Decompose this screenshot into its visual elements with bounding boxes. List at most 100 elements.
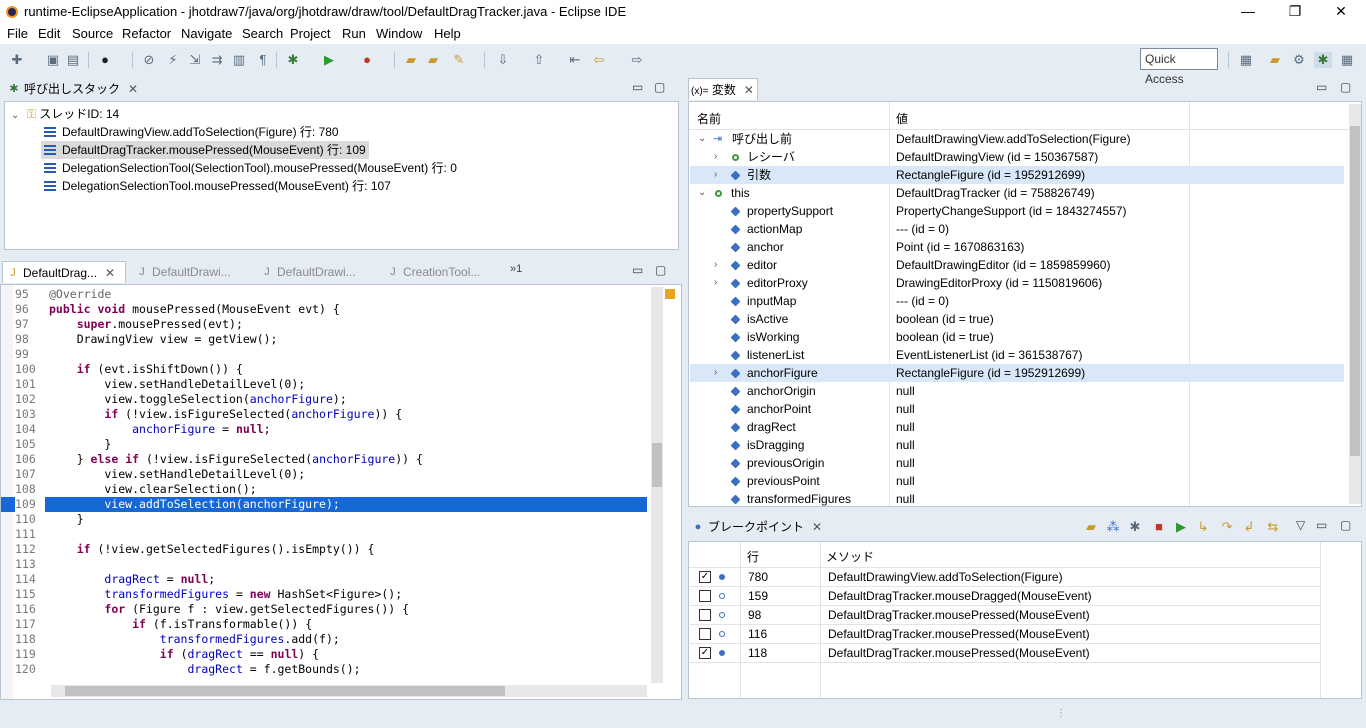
plugin-perspective-icon[interactable]: ▦ — [1338, 52, 1356, 68]
tab-callstack[interactable]: ✱ 呼び出しスタック ✕ — [4, 78, 138, 100]
minimize-view-icon[interactable]: ▭ — [632, 263, 643, 277]
new-java-project-icon[interactable]: ▰ — [402, 52, 420, 68]
prev-annotation-icon[interactable]: ⇧ — [530, 52, 548, 68]
menu-refactor[interactable]: Refactor — [122, 26, 171, 41]
next-annotation-icon[interactable]: ⇩ — [494, 52, 512, 68]
column-name-header[interactable]: 名前 — [697, 110, 721, 127]
menu-run[interactable]: Run — [342, 26, 366, 41]
maximize-view-icon[interactable]: ▢ — [1340, 518, 1351, 532]
menu-source[interactable]: Source — [72, 26, 113, 41]
code-line[interactable]: 110 } — [1, 512, 647, 527]
variable-row[interactable]: actionMap --- (id = 0) — [690, 220, 1344, 238]
tab-editor-defaultdragtracker[interactable]: J DefaultDrag... ✕ — [2, 261, 126, 283]
tab-editor-creationtool[interactable]: J CreationTool... — [383, 261, 480, 283]
code-line[interactable]: 119 if (dragRect == null) { — [1, 647, 647, 662]
chevron-down-icon[interactable]: ⌄ — [11, 110, 19, 121]
code-line[interactable]: 101 view.setHandleDetailLevel(0); — [1, 377, 647, 392]
menu-window[interactable]: Window — [376, 26, 422, 41]
search-tool-icon[interactable]: ✎ — [450, 52, 468, 68]
debug-icon[interactable]: ✱ — [284, 52, 302, 68]
back-icon[interactable]: ⇦ — [590, 52, 608, 68]
resume-icon[interactable]: ▶ — [1172, 519, 1190, 535]
save-icon[interactable]: ▣ — [44, 52, 62, 68]
pilcrow-icon[interactable]: ¶ — [254, 52, 272, 68]
close-tab-icon[interactable]: ✕ — [105, 266, 115, 280]
breakpoint-enabled-checkbox[interactable] — [699, 628, 711, 640]
code-line[interactable]: 108 view.clearSelection(); — [1, 482, 647, 497]
chevron-down-icon[interactable]: ⌄ — [698, 130, 706, 148]
tab-breakpoints[interactable]: ● ブレークポイント ✕ — [688, 516, 822, 538]
stack-frame-selected[interactable]: DefaultDragTracker.mousePressed(MouseEve… — [41, 141, 369, 159]
menu-help[interactable]: Help — [434, 26, 461, 41]
menu-edit[interactable]: Edit — [38, 26, 60, 41]
code-line[interactable]: 118 transformedFigures.add(f); — [1, 632, 647, 647]
code-line[interactable]: 105 } — [1, 437, 647, 452]
code-editor[interactable]: 95 @Override 96 public void mousePressed(Mo… — [0, 284, 682, 700]
breakpoint-row[interactable]: 98 DefaultDragTracker.mousePressed(MouseE… — [690, 606, 1320, 625]
quick-access-input[interactable]: Quick Access — [1140, 48, 1218, 86]
last-edit-icon[interactable]: ⇤ — [566, 52, 584, 68]
column-value-header[interactable]: 値 — [896, 110, 908, 127]
variable-row[interactable]: ⌄ ⇥ 呼び出し前 DefaultDrawingView.addToSelection… — [690, 130, 1344, 148]
variable-row[interactable]: previousPoint null — [690, 472, 1344, 490]
menu-navigate[interactable]: Navigate — [181, 26, 232, 41]
variable-row[interactable]: isDragging null — [690, 436, 1344, 454]
close-tab-icon[interactable]: ✕ — [744, 83, 754, 97]
step-over-bp-icon[interactable]: ↷ — [1218, 519, 1236, 535]
code-line[interactable]: 111 — [1, 527, 647, 542]
close-tab-icon[interactable]: ✕ — [812, 520, 822, 534]
code-line[interactable]: 113 — [1, 557, 647, 572]
code-line[interactable]: 104 anchorFigure = null; — [1, 422, 647, 437]
code-line[interactable]: 98 DrawingView view = getView(); — [1, 332, 647, 347]
code-line[interactable]: 114 dragRect = null; — [1, 572, 647, 587]
variable-row[interactable]: isWorking boolean (id = true) — [690, 328, 1344, 346]
step-over-icon[interactable]: ⇉ — [208, 52, 226, 68]
save-all-icon[interactable]: ▤ — [64, 52, 82, 68]
breakpoint-row[interactable]: 159 DefaultDragTracker.mouseDragged(Mouse… — [690, 587, 1320, 606]
maximize-view-icon[interactable]: ▢ — [1340, 80, 1351, 94]
code-line[interactable]: 96 public void mousePressed(MouseEvent ev… — [1, 302, 647, 317]
variable-row[interactable]: isActive boolean (id = true) — [690, 310, 1344, 328]
restore-button[interactable]: ❐ — [1272, 0, 1318, 24]
minimize-button[interactable]: — — [1225, 0, 1271, 24]
variable-row[interactable]: › レシーバ DefaultDrawingView (id = 150367587) — [690, 148, 1344, 166]
open-type-icon[interactable]: ▰ — [424, 52, 442, 68]
tab-variables[interactable]: (x)= 変数 ✕ — [688, 78, 758, 100]
column-method-header[interactable]: メソッド — [826, 548, 874, 565]
open-file-icon[interactable]: ▰ — [1082, 519, 1100, 535]
variable-row[interactable]: › editorProxy DrawingEditorProxy (id = 115… — [690, 274, 1344, 292]
scroll-thumb[interactable] — [652, 443, 662, 487]
menu-search[interactable]: Search — [242, 26, 283, 41]
perspective-open-icon[interactable]: ▦ — [1237, 52, 1255, 68]
variable-row[interactable]: anchorPoint null — [690, 400, 1344, 418]
drop-to-frame-icon[interactable]: ⇆ — [1264, 519, 1282, 535]
breakpoint-row[interactable]: ✓ 780 DefaultDrawingView.addToSelection(Fi… — [690, 568, 1320, 587]
minimize-view-icon[interactable]: ▭ — [632, 80, 643, 94]
menu-project[interactable]: Project — [290, 26, 330, 41]
breakpoint-enabled-checkbox[interactable]: ✓ — [699, 647, 711, 659]
stack-frame[interactable]: DefaultDrawingView.addToSelection(Figure… — [41, 123, 342, 141]
editor-horizontal-scrollbar[interactable] — [51, 685, 647, 697]
scroll-thumb[interactable] — [1350, 126, 1360, 456]
view-menu-icon[interactable]: ▽ — [1296, 518, 1305, 532]
code-line[interactable]: 102 view.toggleSelection(anchorFigure); — [1, 392, 647, 407]
maximize-view-icon[interactable]: ▢ — [654, 80, 665, 94]
tab-editor-defaultdrawingeditor[interactable]: J DefaultDrawi... — [257, 261, 355, 283]
git-perspective-icon[interactable]: ⚙ — [1290, 52, 1308, 68]
chevron-down-icon[interactable]: ⌄ — [698, 184, 706, 202]
java-perspective-icon[interactable]: ▰ — [1266, 52, 1284, 68]
breakpoint-row[interactable]: 116 DefaultDragTracker.mousePressed(Mouse… — [690, 625, 1320, 644]
code-line[interactable]: 97 super.mousePressed(evt); — [1, 317, 647, 332]
code-line[interactable]: 106 } else if (!view.isFigureSelected(an… — [1, 452, 647, 467]
column-line-header[interactable]: 行 — [747, 548, 759, 565]
variable-row[interactable]: ⌄ this DefaultDragTracker (id = 758826749) — [690, 184, 1344, 202]
debug-perspective-icon[interactable]: ✱ — [1314, 52, 1332, 68]
code-line[interactable]: 100 if (evt.isShiftDown()) { — [1, 362, 647, 377]
code-line[interactable]: 95 @Override — [1, 287, 647, 302]
stack-frame[interactable]: DelegationSelectionTool(SelectionTool).m… — [41, 159, 460, 177]
stack-frame[interactable]: DelegationSelectionTool.mousePressed(Mou… — [41, 177, 394, 195]
chevron-right-icon[interactable]: › — [714, 274, 717, 292]
breakpoint-enabled-checkbox[interactable] — [699, 590, 711, 602]
breakpoint-enabled-checkbox[interactable]: ✓ — [699, 571, 711, 583]
terminate-icon[interactable]: ■ — [1150, 519, 1168, 535]
